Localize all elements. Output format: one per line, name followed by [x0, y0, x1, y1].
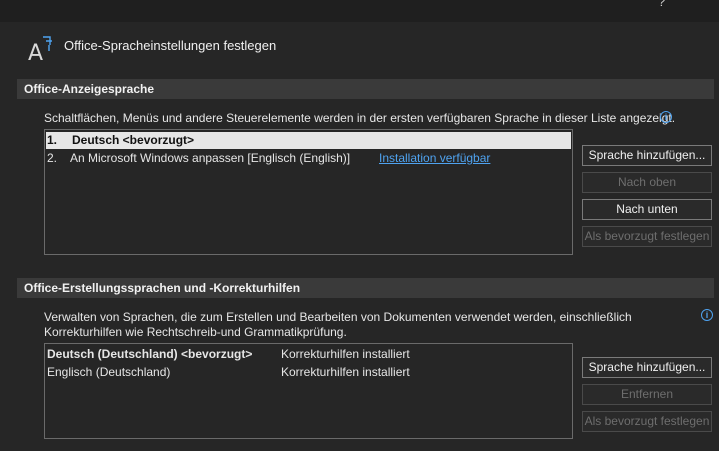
- info-icon[interactable]: i: [701, 309, 713, 321]
- list-item[interactable]: 2. An Microsoft Windows anpassen [Englis…: [46, 150, 571, 167]
- proofing-status: Korrekturhilfen installiert: [281, 347, 410, 361]
- svg-text:A: A: [28, 41, 43, 64]
- list-item-index: 2.: [47, 151, 58, 165]
- window-titlebar: ?: [0, 0, 719, 22]
- add-authoring-language-button[interactable]: Sprache hinzufügen...: [582, 357, 712, 378]
- proofing-status: Korrekturhilfen installiert: [281, 365, 410, 379]
- list-item-language: An Microsoft Windows anpassen [Englisch …: [70, 151, 351, 165]
- move-down-button[interactable]: Nach unten: [582, 199, 712, 220]
- list-item-language: Deutsch <bevorzugt>: [72, 133, 195, 147]
- table-row[interactable]: Englisch (Deutschland) Korrekturhilfen i…: [46, 364, 571, 381]
- display-language-heading: Office-Anzeigesprache: [17, 79, 714, 99]
- list-item-index: 1.: [47, 133, 58, 147]
- authoring-language-heading: Office-Erstellungssprachen und -Korrektu…: [17, 278, 714, 298]
- install-available-link[interactable]: Installation verfügbar: [379, 150, 490, 167]
- dialog-title: Office-Spracheinstellungen festlegen: [64, 38, 277, 53]
- set-preferred-display-button[interactable]: Als bevorzugt festlegen: [582, 226, 712, 247]
- table-row[interactable]: Deutsch (Deutschland) <bevorzugt> Korrek…: [46, 346, 571, 363]
- remove-button[interactable]: Entfernen: [582, 384, 712, 405]
- add-display-language-button[interactable]: Sprache hinzufügen...: [582, 145, 712, 166]
- display-language-description: Schaltflächen, Menüs und andere Steuerel…: [44, 111, 676, 125]
- display-language-list[interactable]: 1. Deutsch <bevorzugt> 2. An Microsoft W…: [44, 129, 573, 255]
- authoring-language-description: Verwalten von Sprachen, die zum Erstelle…: [44, 310, 632, 339]
- language-glyph-icon: A: [28, 36, 52, 64]
- dialog-header: A Office-Spracheinstellungen festlegen: [0, 22, 719, 70]
- help-button[interactable]: ?: [658, 0, 665, 9]
- language-name: Deutsch (Deutschland) <bevorzugt>: [47, 347, 253, 361]
- language-name: Englisch (Deutschland): [47, 365, 171, 379]
- set-preferred-authoring-button[interactable]: Als bevorzugt festlegen: [582, 411, 712, 432]
- move-up-button[interactable]: Nach oben: [582, 172, 712, 193]
- info-icon[interactable]: i: [660, 111, 672, 123]
- authoring-language-list[interactable]: Deutsch (Deutschland) <bevorzugt> Korrek…: [44, 343, 573, 439]
- list-item[interactable]: 1. Deutsch <bevorzugt>: [46, 132, 571, 149]
